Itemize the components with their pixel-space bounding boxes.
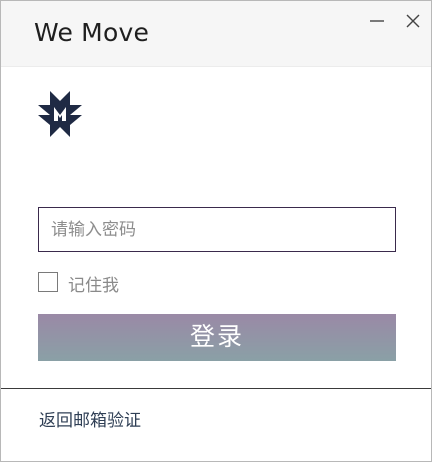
logo <box>38 91 82 137</box>
minimize-button[interactable] <box>365 9 389 33</box>
remember-me-checkbox[interactable] <box>38 272 58 292</box>
title-bar: We Move <box>1 1 431 67</box>
password-input[interactable] <box>38 207 396 252</box>
app-title: We Move <box>34 18 150 47</box>
login-window: We Move 记住我 登录 返回邮箱验证 <box>0 0 432 462</box>
we-move-logo-icon <box>38 91 82 137</box>
back-to-email-verification-link[interactable]: 返回邮箱验证 <box>39 406 141 431</box>
footer-divider <box>1 388 431 389</box>
minimize-icon <box>370 20 384 22</box>
close-button[interactable] <box>401 9 425 33</box>
login-button[interactable]: 登录 <box>38 314 396 361</box>
remember-me-label[interactable]: 记住我 <box>68 271 119 296</box>
close-icon <box>406 14 420 28</box>
